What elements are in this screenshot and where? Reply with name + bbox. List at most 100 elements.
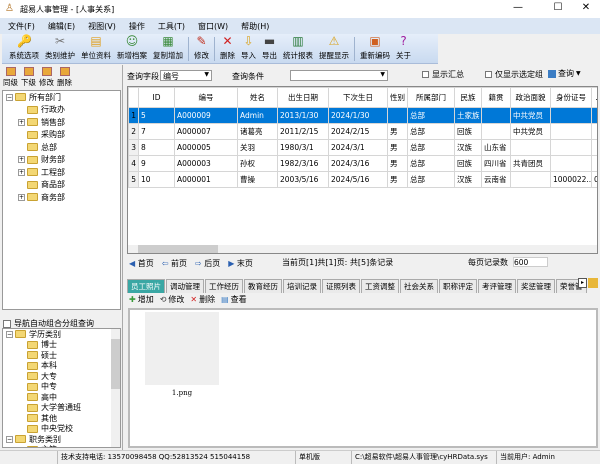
first-page-button[interactable]: ◀ 首页 — [129, 258, 154, 269]
photo-toolbar-button[interactable]: ⟲ 修改 — [160, 294, 185, 305]
tab[interactable]: 社会关系 — [400, 279, 438, 293]
tree-node[interactable]: 其他 — [3, 413, 120, 424]
toolbar-button[interactable]: ⚠ 提醒显示 — [316, 35, 352, 63]
toolbar-button[interactable]: ✎ 修改 — [191, 35, 212, 63]
department-button[interactable]: 同级 — [3, 67, 18, 88]
tab[interactable]: 奖惩管理 — [517, 279, 555, 293]
tab[interactable]: 培训记录 — [283, 279, 321, 293]
tree-node[interactable]: + 商务部 — [3, 191, 120, 204]
minimize-button[interactable]: — — [508, 2, 528, 13]
expand-icon[interactable]: + — [18, 156, 25, 164]
column-header[interactable]: 所属部门 — [407, 87, 455, 108]
table-row[interactable]: 4 9 A000003 孙权 1982/3/16 2024/3/16 男总部 回族 四川省 共青团… — [128, 155, 597, 172]
toolbar-button[interactable]: ✂ 类别维护 — [42, 35, 78, 63]
tab[interactable]: 工资调整 — [361, 279, 399, 293]
group-tree[interactable]: − 学历类别博士硕士本科大专中专高中大学普通班其他中央党校 − 职务类别主管 — [2, 328, 121, 448]
department-tree[interactable]: − 所有部门 行政办 + 销售部 采购部 总部 + 财务部 + 工程部 商品部 + 商务部 — [2, 90, 121, 310]
tree-node[interactable]: 高中 — [3, 392, 120, 403]
tree-node[interactable]: 采购部 — [3, 129, 120, 142]
photo-toolbar-button[interactable]: ✚ 增加 — [129, 294, 154, 305]
menu-item[interactable]: 文件(F) — [8, 21, 35, 32]
table-row[interactable]: 2 7 A000007 诸葛亮 2011/2/15 2024/2/15 男总部 回族 中共党员 — [128, 123, 597, 140]
only-selected-checkbox[interactable]: 仅显示选定组 — [485, 69, 543, 80]
show-summary-checkbox[interactable]: 显示汇总 — [422, 69, 464, 80]
toolbar-button[interactable]: ▬ 导出 — [259, 35, 280, 63]
table-row[interactable]: 3 8 A000005 关羽 1980/3/1 2024/3/1 男总部 汉族 山东省 — [128, 139, 597, 156]
toolbar-button[interactable]: ☺ 新增档案 — [114, 35, 150, 63]
department-button[interactable]: 删除 — [57, 67, 72, 88]
tab[interactable]: 考评管理 — [478, 279, 516, 293]
tree-node[interactable]: 大学普通班 — [3, 403, 120, 414]
column-header[interactable]: 编号 — [174, 87, 238, 108]
column-header[interactable]: 下次生日 — [328, 87, 388, 108]
tab-scroll-button[interactable]: ▸ — [578, 278, 587, 288]
tree-node[interactable]: 硕士 — [3, 350, 120, 361]
next-page-button[interactable]: ⇨ 后页 — [195, 258, 220, 269]
menu-item[interactable]: 视图(V) — [88, 21, 116, 32]
toolbar-button[interactable]: ▤ 单位资料 — [78, 35, 114, 63]
table-row[interactable]: 5 10 A000001 曹操 2003/5/16 2024/5/16 男总部 汉族 云南省 10… — [128, 171, 597, 188]
menu-item[interactable]: 工具(T) — [158, 21, 185, 32]
expand-icon[interactable]: + — [18, 193, 25, 201]
query-field-select[interactable]: 编号 ▼ — [160, 70, 212, 81]
column-header[interactable] — [128, 87, 139, 108]
table-row[interactable]: 1 5 A000009 Admin 2013/1/30 2024/1/30 总部 土家族 中共党… — [128, 107, 597, 124]
toolbar-button[interactable]: ▣ 重新编码 — [357, 35, 393, 63]
prev-page-button[interactable]: ⇦ 前页 — [162, 258, 187, 269]
column-header[interactable]: 出生日期 — [277, 87, 329, 108]
query-button[interactable]: 查询 ▼ — [548, 68, 581, 79]
tree-node[interactable]: 本科 — [3, 361, 120, 372]
tree-node[interactable]: 总部 — [3, 141, 120, 154]
tree-node[interactable]: 博士 — [3, 340, 120, 351]
tree-node[interactable]: − 所有部门 — [3, 91, 120, 104]
column-header[interactable]: 政治面貌 — [510, 87, 551, 108]
expand-icon[interactable]: + — [18, 168, 25, 176]
collapse-icon[interactable]: − — [6, 330, 13, 338]
toolbar-button[interactable]: ▦ 复制增加 — [150, 35, 186, 63]
group-tree-scrollbar[interactable] — [111, 329, 120, 447]
tree-node[interactable]: + 财务部 — [3, 154, 120, 167]
tree-node[interactable]: 中专 — [3, 382, 120, 393]
grid-horizontal-scrollbar[interactable] — [128, 245, 597, 253]
column-header[interactable]: . — [591, 87, 597, 108]
last-page-button[interactable]: ▶ 末页 — [228, 258, 253, 269]
tree-node[interactable]: 主管 — [3, 445, 120, 447]
employee-grid[interactable]: ID 编号 姓名 出生日期 下次生日 性别 所属部门 民族 籍贯 政治面貌 身份证号. 1 5 A0000… — [127, 86, 598, 254]
menu-item[interactable]: 帮助(H) — [241, 21, 269, 32]
tree-node[interactable]: − 职务类别 — [3, 434, 120, 445]
query-condition-select[interactable]: ▼ — [290, 70, 388, 81]
toolbar-button[interactable]: ? 关于 — [393, 35, 414, 63]
checkbox-icon[interactable] — [3, 319, 11, 328]
maximize-button[interactable]: ☐ — [548, 2, 568, 13]
photo-toolbar-button[interactable]: ✕ 删除 — [190, 294, 215, 305]
tree-node[interactable]: + 销售部 — [3, 116, 120, 129]
photo-thumbnail[interactable] — [145, 312, 219, 385]
menu-item[interactable]: 操作 — [129, 21, 145, 32]
toolbar-button[interactable]: ⇩ 导入 — [238, 35, 259, 63]
photo-toolbar-button[interactable]: ▤ 查看 — [221, 294, 247, 305]
per-page-input[interactable] — [513, 257, 548, 267]
column-header[interactable]: 籍贯 — [481, 87, 511, 108]
column-header[interactable]: ID — [138, 87, 175, 108]
toolbar-button[interactable]: ✕ 删除 — [217, 35, 238, 63]
department-button[interactable]: 修改 — [39, 67, 54, 88]
tree-node[interactable]: 商品部 — [3, 179, 120, 192]
collapse-icon[interactable]: − — [6, 435, 13, 443]
toolbar-button[interactable]: ▥ 统计报表 — [280, 35, 316, 63]
tab[interactable]: 教育经历 — [244, 279, 282, 293]
department-button[interactable]: 下级 — [21, 67, 36, 88]
column-header[interactable]: 民族 — [454, 87, 482, 108]
tab[interactable]: 职称评定 — [439, 279, 477, 293]
tab[interactable]: 员工照片 — [127, 279, 165, 293]
tree-node[interactable]: 行政办 — [3, 104, 120, 117]
expand-icon[interactable]: + — [18, 118, 25, 126]
tab[interactable]: 工作经历 — [205, 279, 243, 293]
menu-item[interactable]: 窗口(W) — [198, 21, 228, 32]
column-header[interactable]: 姓名 — [237, 87, 278, 108]
tab[interactable]: 调动管理 — [166, 279, 204, 293]
menu-item[interactable]: 编辑(E) — [48, 21, 75, 32]
tree-node[interactable]: 大专 — [3, 371, 120, 382]
column-header[interactable]: 性别 — [387, 87, 408, 108]
toolbar-button[interactable]: 🔑 系统选项 — [6, 35, 42, 63]
tree-node[interactable]: + 工程部 — [3, 166, 120, 179]
